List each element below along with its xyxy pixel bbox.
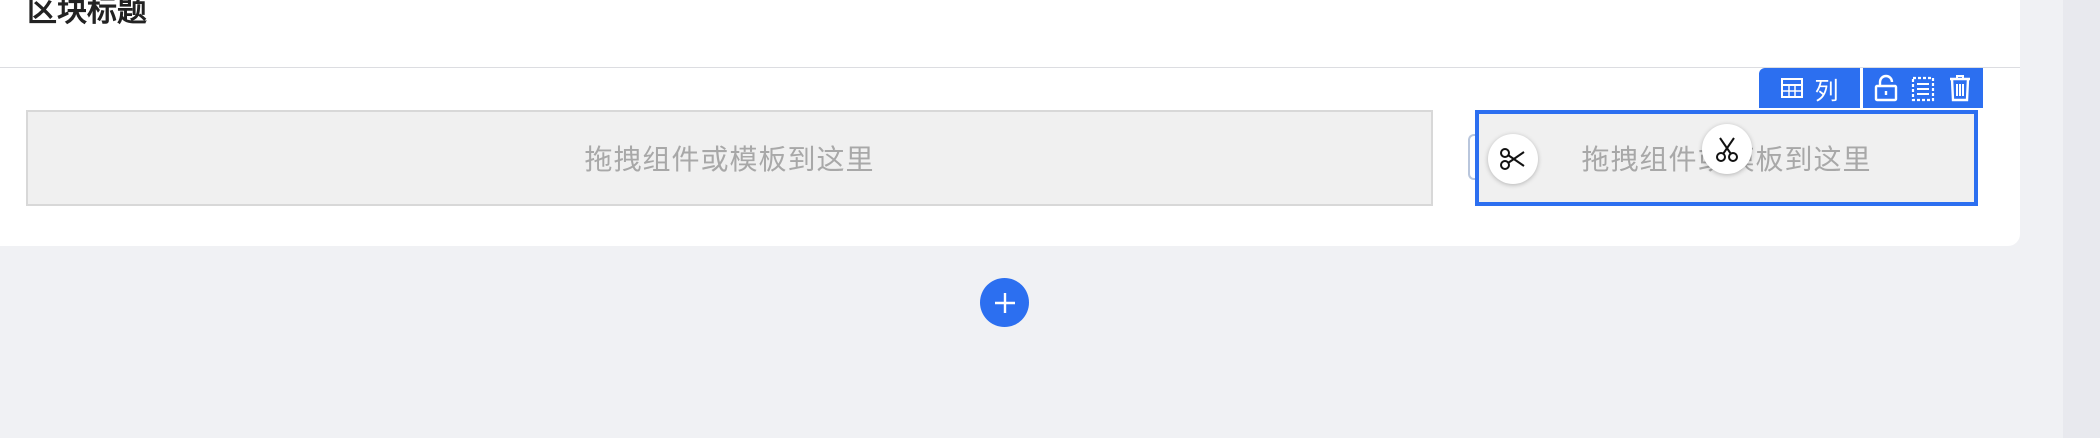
copy-button[interactable] [1907, 71, 1939, 105]
copy-icon [1911, 76, 1935, 102]
trash-icon [1950, 75, 1971, 102]
cut-top-button[interactable] [1702, 124, 1752, 174]
column-type-badge[interactable]: 列 [1759, 68, 1860, 108]
plus-icon [994, 292, 1015, 313]
scissors-icon [1716, 137, 1738, 162]
column-type-label: 列 [1814, 76, 1839, 105]
delete-button[interactable] [1944, 71, 1976, 105]
lock-button[interactable] [1870, 71, 1902, 105]
scissors-icon [1500, 148, 1525, 170]
section-title[interactable]: 区块标题 [27, 0, 147, 30]
add-section-button[interactable] [980, 278, 1029, 327]
column-action-toolbar [1863, 68, 1983, 108]
column-dropzone-1[interactable]: 拖拽组件或模板到这里 [26, 110, 1433, 206]
scrollbar-track[interactable] [2063, 0, 2100, 438]
section-card[interactable]: 区块标题 拖拽组件或模板到这里 拖拽组件或模板到这里 列 [0, 0, 2020, 246]
dropzone-placeholder: 拖拽组件或模板到这里 [584, 143, 875, 176]
lock-icon [1874, 74, 1897, 102]
table-icon [1780, 78, 1803, 98]
editor-canvas: 区块标题 拖拽组件或模板到这里 拖拽组件或模板到这里 列 [0, 0, 2100, 438]
section-header: 区块标题 [0, 0, 2020, 68]
cut-left-button[interactable] [1488, 134, 1538, 184]
